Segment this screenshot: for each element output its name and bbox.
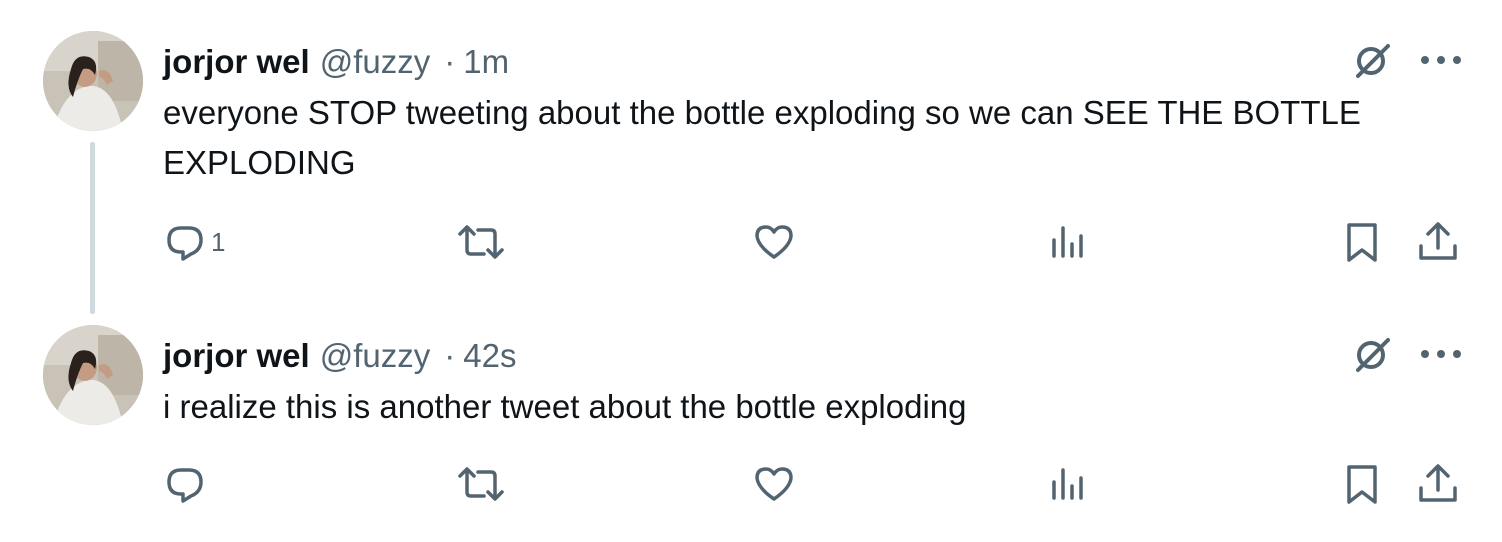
- separator-dot: ·: [444, 43, 456, 80]
- user-handle[interactable]: @fuzzy: [320, 43, 431, 81]
- display-name[interactable]: jorjor wel: [163, 43, 310, 81]
- views-icon: [1046, 462, 1090, 506]
- avatar[interactable]: [43, 31, 143, 131]
- reply-icon: [163, 220, 207, 264]
- retweet-icon: [454, 462, 508, 506]
- retweet-button[interactable]: [454, 462, 508, 506]
- bookmark-button[interactable]: [1342, 462, 1382, 506]
- tweet-header: jorjor wel @fuzzy · 42s: [163, 334, 516, 378]
- heart-icon: [752, 220, 796, 264]
- share-icon: [1416, 220, 1460, 264]
- reply-icon: [163, 462, 207, 506]
- retweet-button[interactable]: [454, 220, 508, 264]
- bookmark-icon: [1342, 220, 1382, 264]
- separator-dot: ·: [444, 337, 456, 374]
- views-button[interactable]: [1046, 220, 1090, 264]
- reply-count: 1: [211, 226, 226, 257]
- share-button[interactable]: [1416, 462, 1460, 506]
- retweet-icon: [454, 220, 508, 264]
- share-button[interactable]: [1416, 220, 1460, 264]
- avatar[interactable]: [43, 325, 143, 425]
- share-icon: [1416, 462, 1460, 506]
- grok-icon[interactable]: [1352, 40, 1392, 80]
- timestamp[interactable]: 1m: [463, 43, 509, 81]
- tweet-text: i realize this is another tweet about th…: [163, 388, 967, 425]
- like-button[interactable]: [752, 220, 796, 264]
- reply-button[interactable]: 1: [163, 220, 225, 264]
- bookmark-button[interactable]: [1342, 220, 1382, 264]
- display-name[interactable]: jorjor wel: [163, 337, 310, 375]
- reply-button[interactable]: [163, 462, 211, 506]
- timestamp[interactable]: 42s: [463, 337, 516, 375]
- more-icon[interactable]: [1418, 334, 1464, 374]
- like-button[interactable]: [752, 462, 796, 506]
- heart-icon: [752, 462, 796, 506]
- views-button[interactable]: [1046, 462, 1090, 506]
- grok-icon[interactable]: [1352, 334, 1392, 374]
- tweet-actions: 1: [0, 220, 1502, 264]
- user-handle[interactable]: @fuzzy: [320, 337, 431, 375]
- bookmark-icon: [1342, 462, 1382, 506]
- tweet-text: everyone STOP tweeting about the bottle …: [163, 94, 1361, 181]
- tweet-actions: [0, 462, 1502, 506]
- views-icon: [1046, 220, 1090, 264]
- tweet-header: jorjor wel @fuzzy · 1m: [163, 40, 509, 84]
- more-icon[interactable]: [1418, 40, 1464, 80]
